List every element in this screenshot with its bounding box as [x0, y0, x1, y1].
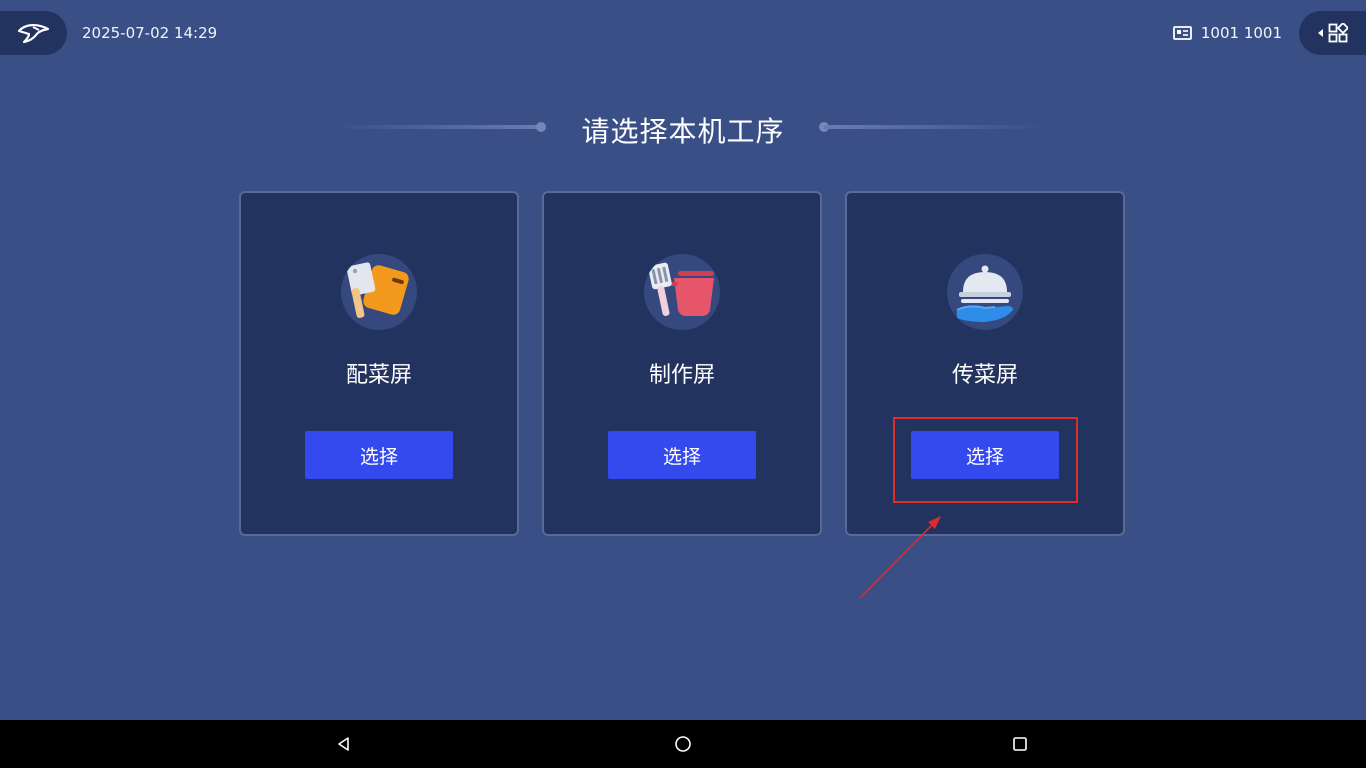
cleaver-board-icon — [341, 254, 417, 330]
back-button[interactable] — [0, 11, 67, 55]
title-decoration-right — [824, 125, 1044, 129]
square-recents-icon — [1013, 737, 1027, 751]
select-prep-button[interactable]: 选择 — [305, 431, 453, 479]
id-card-icon — [1172, 26, 1192, 40]
caret-left-icon — [1317, 29, 1323, 37]
station-info: 1001 1001 — [1172, 24, 1282, 42]
card-label: 配菜屏 — [345, 363, 412, 388]
station-number: 1001 1001 — [1200, 24, 1282, 42]
circle-home-icon — [675, 736, 691, 752]
card-label: 传菜屏 — [951, 363, 1018, 388]
datetime: 2025-07-02 14:29 — [82, 24, 218, 42]
bird-logo-back-icon — [17, 24, 49, 44]
nav-home-button[interactable] — [653, 720, 713, 768]
card-label: 制作屏 — [648, 363, 715, 388]
grid-menu-icon — [1328, 23, 1348, 43]
cloche-hand-icon — [947, 254, 1023, 330]
system-navigation-bar — [0, 720, 1366, 768]
card-prep-screen: 配菜屏 选择 — [239, 191, 519, 536]
nav-recents-button[interactable] — [990, 720, 1050, 768]
menu-button[interactable] — [1299, 11, 1366, 55]
title-row: 请选择本机工序 — [0, 106, 1366, 148]
annotation-highlight-box — [893, 417, 1078, 503]
triangle-back-icon — [338, 737, 349, 751]
select-cooking-button[interactable]: 选择 — [608, 431, 756, 479]
nav-back-button[interactable] — [314, 720, 374, 768]
page-title: 请选择本机工序 — [581, 115, 785, 148]
card-cooking-screen: 制作屏 选择 — [542, 191, 822, 536]
top-bar: 2025-07-02 14:29 1001 1001 — [0, 0, 1366, 66]
spatula-pot-icon — [644, 254, 720, 330]
